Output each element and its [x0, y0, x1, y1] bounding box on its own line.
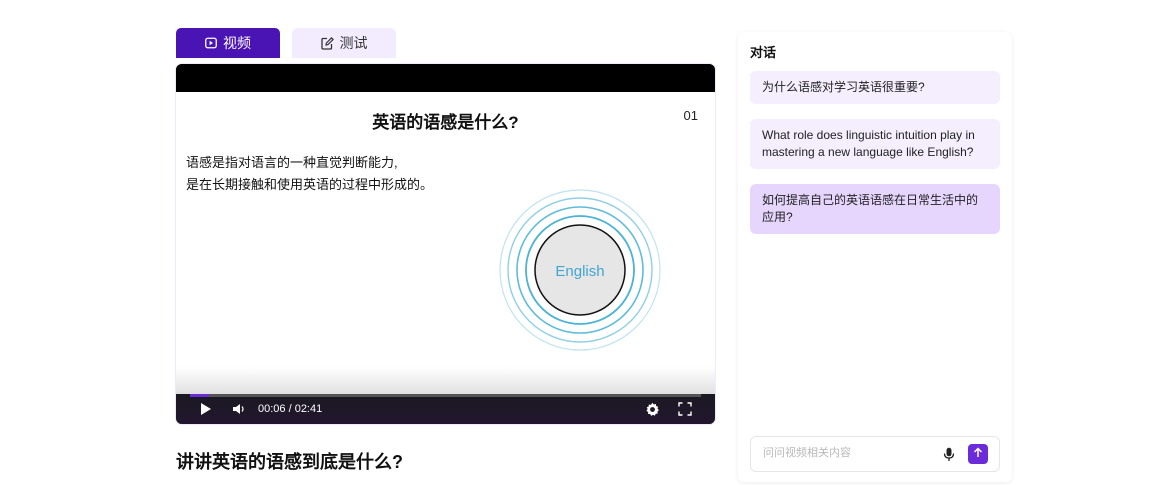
suggested-question[interactable]: 为什么语感对学习英语很重要?	[750, 71, 1000, 104]
slide-line: 是在长期接触和使用英语的过程中形成的。	[186, 177, 434, 192]
slide-title: 英语的语感是什么?	[372, 113, 519, 132]
send-button[interactable]	[968, 444, 988, 464]
play-button[interactable]	[200, 402, 212, 421]
video-player[interactable]: 英语的语感是什么? 01 语感是指对语言的一种直觉判断能力, 是在长期接触和使用…	[176, 64, 715, 424]
video-title: 讲讲英语的语感到底是什么?	[176, 452, 403, 472]
fullscreen-button[interactable]	[678, 402, 692, 421]
tab-quiz[interactable]: 测试	[292, 28, 396, 58]
chat-panel: 对话 为什么语感对学习英语很重要? What role does linguis…	[738, 32, 1012, 482]
progress-fill	[190, 394, 209, 397]
slide-number: 01	[683, 108, 698, 123]
time-display: 00:06 / 02:41	[258, 403, 323, 415]
suggested-question[interactable]: 如何提高自己的英语语感在日常生活中的应用?	[750, 184, 1000, 234]
edit-icon	[320, 36, 334, 50]
slide-line: 语感是指对语言的一种直觉判断能力,	[186, 155, 398, 170]
circle-label: English	[555, 263, 604, 280]
chat-title: 对话	[750, 45, 777, 60]
settings-button[interactable]	[645, 402, 660, 422]
chat-input[interactable]	[761, 446, 935, 460]
player-controls: 00:06 / 02:41	[176, 394, 715, 424]
progress-bar[interactable]	[190, 394, 701, 397]
english-circle-graphic: English	[498, 188, 662, 352]
view-tabs: 视频 测试	[176, 28, 396, 58]
player-letterbox	[176, 64, 715, 92]
volume-button[interactable]	[232, 402, 246, 421]
video-frame: 英语的语感是什么? 01 语感是指对语言的一种直觉判断能力, 是在长期接触和使用…	[176, 92, 715, 424]
suggested-question[interactable]: What role does linguistic intuition play…	[750, 119, 1000, 169]
chat-input-box	[750, 436, 1000, 472]
tab-quiz-label: 测试	[339, 35, 368, 51]
gear-icon	[645, 402, 660, 422]
play-icon	[200, 402, 212, 421]
play-square-icon	[205, 37, 217, 49]
microphone-icon[interactable]	[943, 447, 955, 467]
tab-video[interactable]: 视频	[176, 28, 280, 58]
volume-icon	[232, 402, 246, 421]
fullscreen-icon	[678, 402, 692, 421]
tab-video-label: 视频	[223, 35, 251, 51]
slide-text: 语感是指对语言的一种直觉判断能力, 是在长期接触和使用英语的过程中形成的。	[186, 152, 433, 196]
arrow-up-icon	[973, 445, 983, 463]
